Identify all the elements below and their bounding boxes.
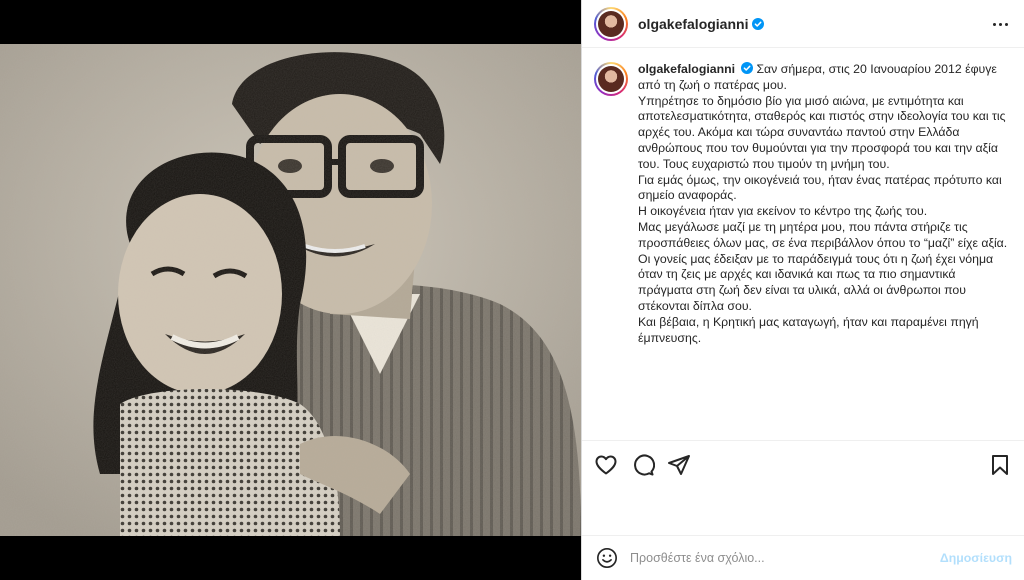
verified-badge-icon bbox=[752, 18, 765, 30]
post-caption: olgakefalogianni Σαν σήμερα, στις 20 Ιαν… bbox=[582, 48, 1024, 438]
comment-bar: Δημοσίευση bbox=[582, 535, 1024, 580]
post-header: olgakefalogianni bbox=[582, 0, 1024, 48]
caption-text: olgakefalogianni Σαν σήμερα, στις 20 Ιαν… bbox=[638, 62, 1012, 346]
caption-username[interactable]: olgakefalogianni bbox=[638, 62, 735, 76]
share-icon[interactable] bbox=[667, 453, 691, 477]
comment-icon[interactable] bbox=[631, 453, 655, 477]
emoji-icon[interactable] bbox=[596, 547, 618, 569]
post-actions bbox=[582, 440, 1024, 486]
caption-avatar[interactable] bbox=[594, 62, 628, 96]
post-photo[interactable] bbox=[0, 0, 581, 580]
caption-line: Η οικογένεια ήταν για εκείνον το κέντρο … bbox=[638, 204, 928, 219]
header-username[interactable]: olgakefalogianni bbox=[638, 16, 765, 32]
verified-badge-icon bbox=[741, 62, 754, 74]
post-side-panel: olgakefalogianni olgakefalogianni Σαν σή… bbox=[582, 0, 1024, 580]
post-comment-button[interactable]: Δημοσίευση bbox=[940, 551, 1012, 565]
caption-line: Υπηρέτησε το δημόσιο βίο για μισό αιώνα,… bbox=[638, 93, 1006, 171]
comment-input[interactable] bbox=[630, 546, 930, 570]
more-options-icon[interactable] bbox=[990, 14, 1010, 34]
bookmark-icon[interactable] bbox=[988, 453, 1012, 477]
caption-line: Μας μεγάλωσε μαζί με τη μητέρα μου, που … bbox=[638, 219, 1008, 250]
heart-icon[interactable] bbox=[594, 453, 618, 477]
vintage-photo-couple bbox=[0, 44, 581, 536]
caption-line: Για εμάς όμως, την οικογένειά του, ήταν … bbox=[638, 172, 1002, 203]
caption-line: Και βέβαια, η Κρητική μας καταγωγή, ήταν… bbox=[638, 314, 979, 345]
caption-line: Οι γονείς μας έδειξαν με το παράδειγμά τ… bbox=[638, 251, 994, 313]
username-text[interactable]: olgakefalogianni bbox=[638, 16, 748, 32]
avatar[interactable] bbox=[594, 7, 628, 41]
